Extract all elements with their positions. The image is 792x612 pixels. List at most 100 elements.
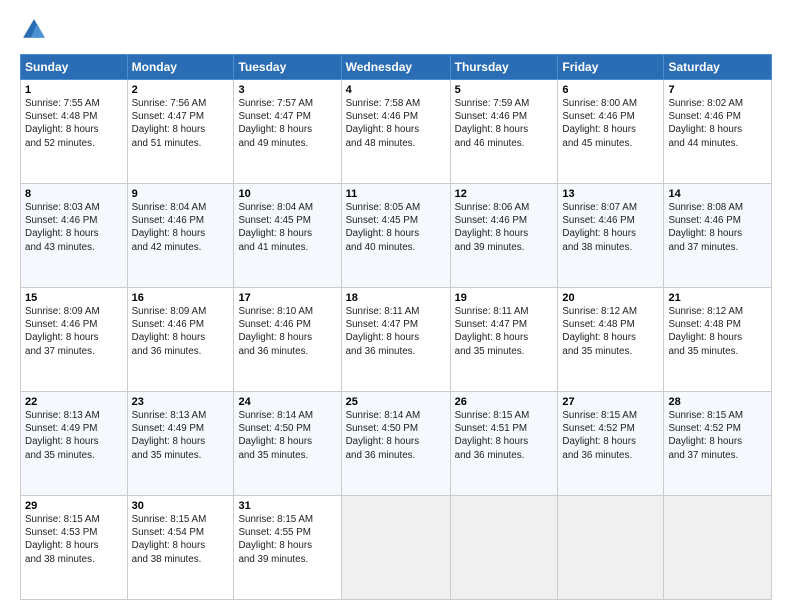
calendar-cell: 20Sunrise: 8:12 AM Sunset: 4:48 PM Dayli… — [558, 288, 664, 392]
day-info: Sunrise: 8:05 AM Sunset: 4:45 PM Dayligh… — [346, 201, 446, 254]
calendar-header-sunday: Sunday — [21, 55, 128, 80]
calendar-cell: 9Sunrise: 8:04 AM Sunset: 4:46 PM Daylig… — [127, 184, 234, 288]
day-info: Sunrise: 7:57 AM Sunset: 4:47 PM Dayligh… — [238, 97, 336, 150]
day-info: Sunrise: 8:00 AM Sunset: 4:46 PM Dayligh… — [562, 97, 659, 150]
calendar-cell: 30Sunrise: 8:15 AM Sunset: 4:54 PM Dayli… — [127, 496, 234, 600]
calendar-cell: 6Sunrise: 8:00 AM Sunset: 4:46 PM Daylig… — [558, 80, 664, 184]
calendar-cell: 31Sunrise: 8:15 AM Sunset: 4:55 PM Dayli… — [234, 496, 341, 600]
calendar-cell: 19Sunrise: 8:11 AM Sunset: 4:47 PM Dayli… — [450, 288, 558, 392]
day-info: Sunrise: 8:15 AM Sunset: 4:52 PM Dayligh… — [668, 409, 767, 462]
day-info: Sunrise: 8:03 AM Sunset: 4:46 PM Dayligh… — [25, 201, 123, 254]
calendar-cell: 25Sunrise: 8:14 AM Sunset: 4:50 PM Dayli… — [341, 392, 450, 496]
day-number: 6 — [562, 84, 659, 96]
day-info: Sunrise: 8:08 AM Sunset: 4:46 PM Dayligh… — [668, 201, 767, 254]
day-info: Sunrise: 7:59 AM Sunset: 4:46 PM Dayligh… — [455, 97, 554, 150]
day-number: 22 — [25, 396, 123, 408]
day-number: 29 — [25, 500, 123, 512]
day-info: Sunrise: 8:14 AM Sunset: 4:50 PM Dayligh… — [346, 409, 446, 462]
day-number: 15 — [25, 292, 123, 304]
page: SundayMondayTuesdayWednesdayThursdayFrid… — [0, 0, 792, 612]
day-info: Sunrise: 8:02 AM Sunset: 4:46 PM Dayligh… — [668, 97, 767, 150]
day-number: 7 — [668, 84, 767, 96]
day-info: Sunrise: 8:13 AM Sunset: 4:49 PM Dayligh… — [132, 409, 230, 462]
day-info: Sunrise: 8:12 AM Sunset: 4:48 PM Dayligh… — [668, 305, 767, 358]
calendar-cell: 17Sunrise: 8:10 AM Sunset: 4:46 PM Dayli… — [234, 288, 341, 392]
calendar-cell: 10Sunrise: 8:04 AM Sunset: 4:45 PM Dayli… — [234, 184, 341, 288]
day-number: 9 — [132, 188, 230, 200]
day-info: Sunrise: 8:13 AM Sunset: 4:49 PM Dayligh… — [25, 409, 123, 462]
calendar-cell — [450, 496, 558, 600]
day-info: Sunrise: 7:55 AM Sunset: 4:48 PM Dayligh… — [25, 97, 123, 150]
day-info: Sunrise: 7:56 AM Sunset: 4:47 PM Dayligh… — [132, 97, 230, 150]
calendar-cell: 27Sunrise: 8:15 AM Sunset: 4:52 PM Dayli… — [558, 392, 664, 496]
day-info: Sunrise: 8:11 AM Sunset: 4:47 PM Dayligh… — [346, 305, 446, 358]
day-info: Sunrise: 8:06 AM Sunset: 4:46 PM Dayligh… — [455, 201, 554, 254]
day-number: 24 — [238, 396, 336, 408]
calendar-body: 1Sunrise: 7:55 AM Sunset: 4:48 PM Daylig… — [21, 80, 772, 600]
day-number: 8 — [25, 188, 123, 200]
day-number: 28 — [668, 396, 767, 408]
calendar-cell: 7Sunrise: 8:02 AM Sunset: 4:46 PM Daylig… — [664, 80, 772, 184]
logo — [20, 16, 52, 44]
calendar-cell: 22Sunrise: 8:13 AM Sunset: 4:49 PM Dayli… — [21, 392, 128, 496]
day-number: 16 — [132, 292, 230, 304]
day-number: 18 — [346, 292, 446, 304]
day-info: Sunrise: 8:09 AM Sunset: 4:46 PM Dayligh… — [25, 305, 123, 358]
day-number: 1 — [25, 84, 123, 96]
calendar-cell: 15Sunrise: 8:09 AM Sunset: 4:46 PM Dayli… — [21, 288, 128, 392]
calendar-cell: 18Sunrise: 8:11 AM Sunset: 4:47 PM Dayli… — [341, 288, 450, 392]
calendar-cell: 14Sunrise: 8:08 AM Sunset: 4:46 PM Dayli… — [664, 184, 772, 288]
calendar-cell: 24Sunrise: 8:14 AM Sunset: 4:50 PM Dayli… — [234, 392, 341, 496]
day-number: 25 — [346, 396, 446, 408]
calendar-header-saturday: Saturday — [664, 55, 772, 80]
day-number: 10 — [238, 188, 336, 200]
calendar-cell: 26Sunrise: 8:15 AM Sunset: 4:51 PM Dayli… — [450, 392, 558, 496]
calendar-cell: 1Sunrise: 7:55 AM Sunset: 4:48 PM Daylig… — [21, 80, 128, 184]
day-info: Sunrise: 8:15 AM Sunset: 4:52 PM Dayligh… — [562, 409, 659, 462]
calendar-cell: 12Sunrise: 8:06 AM Sunset: 4:46 PM Dayli… — [450, 184, 558, 288]
calendar-header-wednesday: Wednesday — [341, 55, 450, 80]
calendar-cell: 13Sunrise: 8:07 AM Sunset: 4:46 PM Dayli… — [558, 184, 664, 288]
calendar-cell — [341, 496, 450, 600]
day-number: 5 — [455, 84, 554, 96]
day-number: 2 — [132, 84, 230, 96]
day-info: Sunrise: 8:14 AM Sunset: 4:50 PM Dayligh… — [238, 409, 336, 462]
day-number: 11 — [346, 188, 446, 200]
calendar-cell: 11Sunrise: 8:05 AM Sunset: 4:45 PM Dayli… — [341, 184, 450, 288]
calendar-cell: 4Sunrise: 7:58 AM Sunset: 4:46 PM Daylig… — [341, 80, 450, 184]
calendar-cell: 28Sunrise: 8:15 AM Sunset: 4:52 PM Dayli… — [664, 392, 772, 496]
calendar-week-4: 22Sunrise: 8:13 AM Sunset: 4:49 PM Dayli… — [21, 392, 772, 496]
day-number: 20 — [562, 292, 659, 304]
calendar-week-2: 8Sunrise: 8:03 AM Sunset: 4:46 PM Daylig… — [21, 184, 772, 288]
calendar-week-5: 29Sunrise: 8:15 AM Sunset: 4:53 PM Dayli… — [21, 496, 772, 600]
day-info: Sunrise: 8:04 AM Sunset: 4:46 PM Dayligh… — [132, 201, 230, 254]
calendar-week-3: 15Sunrise: 8:09 AM Sunset: 4:46 PM Dayli… — [21, 288, 772, 392]
day-number: 21 — [668, 292, 767, 304]
day-number: 3 — [238, 84, 336, 96]
calendar-header-row: SundayMondayTuesdayWednesdayThursdayFrid… — [21, 55, 772, 80]
day-info: Sunrise: 8:10 AM Sunset: 4:46 PM Dayligh… — [238, 305, 336, 358]
calendar-cell: 3Sunrise: 7:57 AM Sunset: 4:47 PM Daylig… — [234, 80, 341, 184]
day-info: Sunrise: 8:11 AM Sunset: 4:47 PM Dayligh… — [455, 305, 554, 358]
day-number: 4 — [346, 84, 446, 96]
header — [20, 16, 772, 44]
day-number: 23 — [132, 396, 230, 408]
day-info: Sunrise: 7:58 AM Sunset: 4:46 PM Dayligh… — [346, 97, 446, 150]
calendar-cell: 2Sunrise: 7:56 AM Sunset: 4:47 PM Daylig… — [127, 80, 234, 184]
day-number: 19 — [455, 292, 554, 304]
calendar-cell: 23Sunrise: 8:13 AM Sunset: 4:49 PM Dayli… — [127, 392, 234, 496]
calendar-header-monday: Monday — [127, 55, 234, 80]
day-number: 17 — [238, 292, 336, 304]
calendar-cell: 21Sunrise: 8:12 AM Sunset: 4:48 PM Dayli… — [664, 288, 772, 392]
day-number: 26 — [455, 396, 554, 408]
calendar-cell: 29Sunrise: 8:15 AM Sunset: 4:53 PM Dayli… — [21, 496, 128, 600]
day-info: Sunrise: 8:15 AM Sunset: 4:54 PM Dayligh… — [132, 513, 230, 566]
day-number: 14 — [668, 188, 767, 200]
calendar-header-tuesday: Tuesday — [234, 55, 341, 80]
day-info: Sunrise: 8:09 AM Sunset: 4:46 PM Dayligh… — [132, 305, 230, 358]
calendar-cell: 8Sunrise: 8:03 AM Sunset: 4:46 PM Daylig… — [21, 184, 128, 288]
logo-icon — [20, 16, 48, 44]
calendar-header-thursday: Thursday — [450, 55, 558, 80]
day-number: 12 — [455, 188, 554, 200]
calendar-cell: 5Sunrise: 7:59 AM Sunset: 4:46 PM Daylig… — [450, 80, 558, 184]
